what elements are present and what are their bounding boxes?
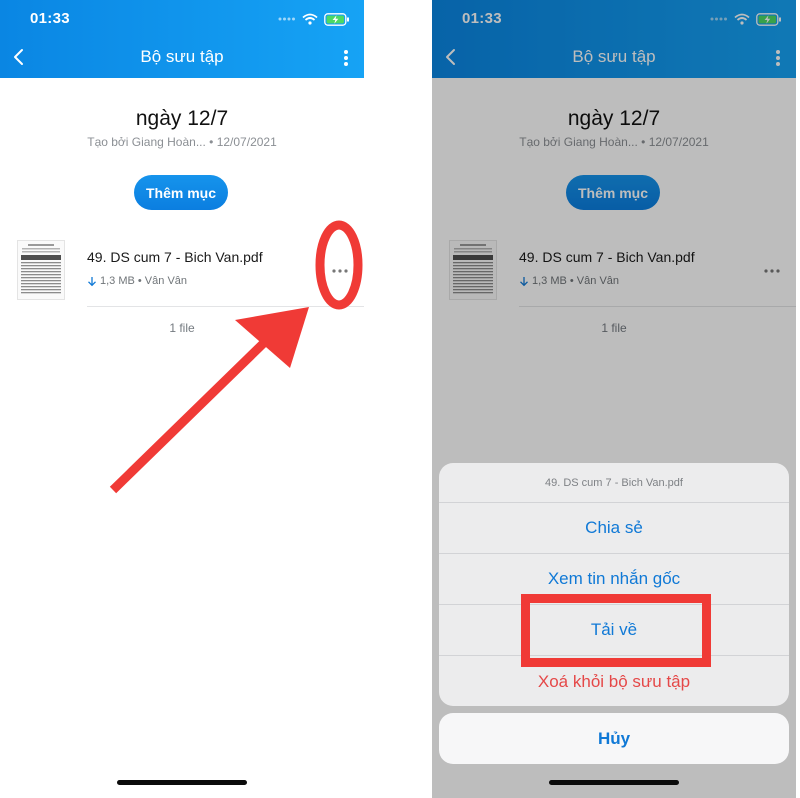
collection-content: ngày 12/7 Tạo bởi Giang Hoàn... • 12/07/… [0, 78, 364, 798]
more-horizontal-icon[interactable] [330, 267, 350, 275]
share-button[interactable]: Chia sẻ [439, 503, 789, 554]
add-item-button[interactable]: Thêm mục [134, 175, 228, 210]
file-meta-text: 1,3 MB • Vân Vân [100, 275, 188, 287]
page-title: Bộ sưu tập [140, 47, 224, 66]
more-vertical-icon[interactable] [342, 49, 350, 67]
view-original-message-button[interactable]: Xem tin nhắn gốc [439, 554, 789, 605]
wifi-icon [302, 13, 318, 25]
collection-subtitle: Tạo bởi Giang Hoàn... • 12/07/2021 [87, 135, 277, 149]
divider [87, 306, 364, 307]
remove-from-collection-button[interactable]: Xoá khỏi bộ sưu tập [439, 656, 789, 706]
battery-charging-icon [324, 12, 349, 26]
status-icons [278, 11, 350, 27]
back-icon[interactable] [8, 46, 30, 68]
cancel-button[interactable]: Hủy [439, 713, 789, 764]
left-screen: 01:33 Bộ sưu tập ngày 12/7 Tạo bởi Giang… [0, 0, 364, 798]
pdf-thumbnail [17, 240, 65, 300]
action-sheet: 49. DS cum 7 - Bich Van.pdf Chia sẻ Xem … [439, 463, 789, 706]
collection-title: ngày 12/7 [135, 107, 229, 130]
status-time: 01:33 [30, 10, 70, 27]
home-indicator [117, 780, 247, 785]
right-screen: 01:33 Bộ sưu tập ngày 12/7 Tạo bởi Giang… [432, 0, 796, 798]
file-row[interactable]: 49. DS cum 7 - Bich Van.pdf 1,3 MB • Vân… [0, 232, 364, 306]
home-indicator [549, 780, 679, 785]
download-button[interactable]: Tải về [439, 605, 789, 656]
signal-icon [278, 17, 295, 21]
action-sheet-title: 49. DS cum 7 - Bich Van.pdf [439, 463, 789, 503]
file-name: 49. DS cum 7 - Bich Van.pdf [87, 249, 263, 265]
header-bar: 01:33 Bộ sưu tập [0, 0, 364, 78]
download-arrow-icon [88, 276, 96, 286]
file-count: 1 file [169, 321, 195, 335]
file-meta: 1,3 MB • Vân Vân [87, 275, 187, 287]
